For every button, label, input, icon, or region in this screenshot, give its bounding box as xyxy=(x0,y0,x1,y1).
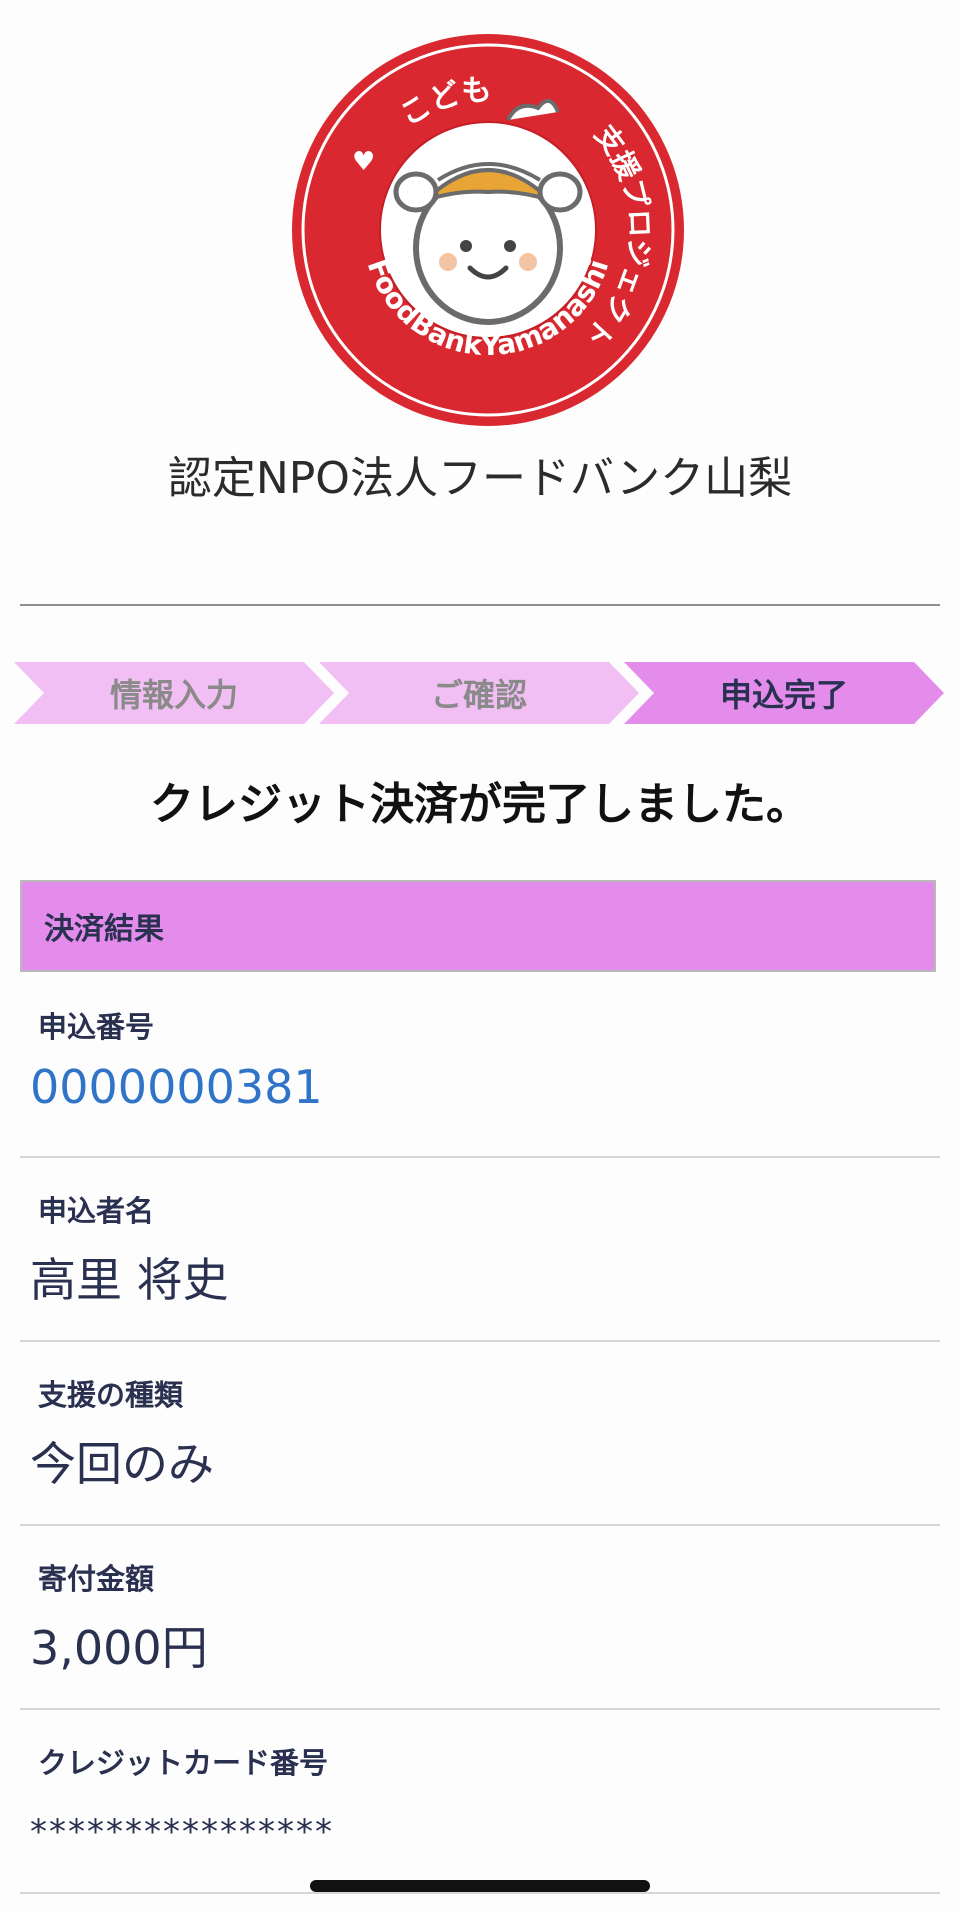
field-applicant-name: 申込者名 高里 将史 xyxy=(20,1158,940,1342)
field-label: 寄付金額 xyxy=(38,1562,155,1596)
step-info-input: 情報入力 xyxy=(14,662,334,724)
field-value: 3,000円 xyxy=(30,1621,208,1675)
section-header-result: 決済結果 xyxy=(20,880,936,972)
step-complete: 申込完了 xyxy=(624,662,944,724)
completion-message: クレジット決済が完了しました。 xyxy=(150,779,810,830)
application-number-link[interactable]: 0000000381 xyxy=(30,1060,323,1114)
field-label: 申込者名 xyxy=(38,1194,155,1228)
page-root: こども 支援プロジェクト FoodBankYamanashi ♥ 認定NPO法人… xyxy=(0,0,960,1912)
field-value: 高里 将史 xyxy=(30,1253,229,1307)
field-application-number: 申込番号 0000000381 xyxy=(20,974,940,1158)
field-credit-card-number: クレジットカード番号 **************** xyxy=(20,1710,940,1894)
organization-name: 認定NPO法人フードバンク山梨 xyxy=(167,453,793,504)
step-label: 申込完了 xyxy=(719,676,848,714)
field-value: **************** xyxy=(30,1812,334,1852)
field-value: 今回のみ xyxy=(30,1437,214,1491)
logo-heart-icon: ♥ xyxy=(352,147,375,177)
progress-steps: 情報入力 ご確認 申込完了 xyxy=(14,662,944,724)
field-support-type: 支援の種類 今回のみ xyxy=(20,1342,940,1526)
step-label: ご確認 xyxy=(430,676,527,714)
step-confirm: ご確認 xyxy=(319,662,639,724)
home-indicator[interactable] xyxy=(310,1880,650,1892)
field-label: 支援の種類 xyxy=(38,1378,184,1412)
foodbank-logo: こども 支援プロジェクト FoodBankYamanashi ♥ xyxy=(288,30,688,430)
header-divider xyxy=(20,604,940,606)
field-donation-amount: 寄付金額 3,000円 xyxy=(20,1526,940,1710)
field-label: 申込番号 xyxy=(38,1010,155,1044)
logo-graphic: こども 支援プロジェクト FoodBankYamanashi ♥ xyxy=(292,34,684,426)
field-label: クレジットカード番号 xyxy=(38,1746,329,1780)
step-label: 情報入力 xyxy=(109,676,238,714)
